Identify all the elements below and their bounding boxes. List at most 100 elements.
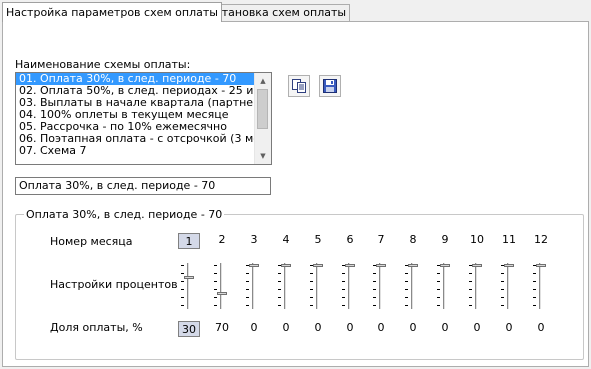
percent-slider[interactable] xyxy=(405,263,419,309)
slider-tick xyxy=(501,289,504,290)
share-value: 70 xyxy=(215,321,229,334)
slider-tick xyxy=(533,273,536,274)
share-value: 0 xyxy=(314,321,322,334)
slider-tick xyxy=(310,297,313,298)
slider-tick xyxy=(181,273,184,274)
share-value: 0 xyxy=(537,321,545,334)
scheme-listbox[interactable]: 01. Оплата 30%, в след. периоде - 70 02. … xyxy=(15,72,272,165)
slider-tick xyxy=(501,281,504,282)
share-value: 0 xyxy=(409,321,417,334)
slider-tick xyxy=(246,273,249,274)
scheme-list-label: Наименование схемы оплаты: xyxy=(15,58,191,71)
slider-thumb[interactable] xyxy=(440,264,450,267)
slider-thumb[interactable] xyxy=(281,264,291,267)
slider-tick xyxy=(342,305,345,306)
slider-tick xyxy=(373,281,376,282)
share-value: 0 xyxy=(377,321,385,334)
percent-slider[interactable] xyxy=(181,263,195,309)
percent-slider[interactable] xyxy=(214,263,228,309)
scroll-up-icon[interactable]: ▲ xyxy=(255,73,271,89)
percent-slider[interactable] xyxy=(342,263,356,309)
slider-thumb[interactable] xyxy=(217,292,227,295)
slider-thumb[interactable] xyxy=(184,276,194,279)
tab-panel: Наименование схемы оплаты: 01. Оплата 30… xyxy=(2,21,589,367)
slider-track xyxy=(539,263,542,309)
percent-slider[interactable] xyxy=(246,263,260,309)
month-number: 4 xyxy=(282,233,290,246)
scroll-down-icon[interactable]: ▼ xyxy=(255,148,271,164)
percent-slider[interactable] xyxy=(373,263,387,309)
slider-tick xyxy=(214,265,217,266)
month-number: 11 xyxy=(502,233,516,246)
tab-scheme-settings[interactable]: Настройка параметров схем оплаты xyxy=(2,2,222,22)
slider-thumb[interactable] xyxy=(376,264,386,267)
month-number: 6 xyxy=(346,233,354,246)
month-number: 8 xyxy=(409,233,417,246)
share-value[interactable]: 30 xyxy=(178,321,200,337)
slider-thumb[interactable] xyxy=(536,264,546,267)
slider-tick xyxy=(533,281,536,282)
slider-tick xyxy=(246,297,249,298)
list-item[interactable]: 03. Выплаты в начале квартала (партнеры) xyxy=(16,97,254,109)
slider-thumb[interactable] xyxy=(345,264,355,267)
scheme-name-field[interactable]: Оплата 30%, в след. периоде - 70 xyxy=(15,177,271,195)
percent-slider[interactable] xyxy=(501,263,515,309)
slider-tick xyxy=(310,289,313,290)
slider-tick xyxy=(310,281,313,282)
slider-track xyxy=(379,263,382,309)
slider-track xyxy=(443,263,446,309)
slider-thumb[interactable] xyxy=(472,264,482,267)
slider-tick xyxy=(214,297,217,298)
list-item[interactable]: 06. Поэтапная оплата - с отсрочкой (3 ме… xyxy=(16,133,254,145)
slider-tick xyxy=(181,289,184,290)
slider-tick xyxy=(310,273,313,274)
save-scheme-button[interactable] xyxy=(319,75,341,97)
slider-track xyxy=(220,263,223,309)
scheme-list-items: 01. Оплата 30%, в след. периоде - 70 02. … xyxy=(16,73,271,157)
slider-tick xyxy=(533,289,536,290)
slider-tick xyxy=(469,273,472,274)
list-item[interactable]: 02. Оплата 50%, в след. периодах - 25 и … xyxy=(16,85,254,97)
month-number: 3 xyxy=(250,233,258,246)
list-scrollbar[interactable]: ▲ ▼ xyxy=(254,73,271,164)
slider-thumb[interactable] xyxy=(313,264,323,267)
slider-tick xyxy=(437,281,440,282)
list-item[interactable]: 01. Оплата 30%, в след. периоде - 70 xyxy=(16,73,254,85)
slider-track xyxy=(284,263,287,309)
slider-tick xyxy=(246,305,249,306)
slider-thumb[interactable] xyxy=(249,264,259,267)
percent-slider[interactable] xyxy=(278,263,292,309)
slider-tick xyxy=(310,305,313,306)
slider-track xyxy=(187,263,190,309)
slider-track xyxy=(316,263,319,309)
slider-track xyxy=(475,263,478,309)
slider-tick xyxy=(405,289,408,290)
copy-scheme-button[interactable] xyxy=(288,75,310,97)
percent-slider[interactable] xyxy=(437,263,451,309)
slider-tick xyxy=(246,289,249,290)
slider-tick xyxy=(533,305,536,306)
list-item[interactable]: 04. 100% оплеты в текущем месяце xyxy=(16,109,254,121)
month-number: 5 xyxy=(314,233,322,246)
slider-thumb[interactable] xyxy=(504,264,514,267)
slider-thumb[interactable] xyxy=(408,264,418,267)
percent-settings-label: Настройки процентов xyxy=(50,278,178,291)
slider-tick xyxy=(405,297,408,298)
slider-tick xyxy=(437,297,440,298)
copy-icon xyxy=(292,79,306,93)
percent-slider[interactable] xyxy=(310,263,324,309)
month-number: 9 xyxy=(441,233,449,246)
percent-slider[interactable] xyxy=(469,263,483,309)
list-item[interactable]: 07. Схема 7 xyxy=(16,145,254,157)
tab-scheme-assignment[interactable]: Установка схем оплаты xyxy=(205,4,351,21)
slider-tick xyxy=(373,305,376,306)
slider-tick xyxy=(405,273,408,274)
slider-tick xyxy=(373,273,376,274)
month-number: 7 xyxy=(377,233,385,246)
slider-track xyxy=(507,263,510,309)
slider-tick xyxy=(181,305,184,306)
slider-tick xyxy=(437,289,440,290)
list-item[interactable]: 05. Рассрочка - по 10% ежемесячно xyxy=(16,121,254,133)
percent-slider[interactable] xyxy=(533,263,547,309)
scroll-thumb[interactable] xyxy=(257,89,268,129)
